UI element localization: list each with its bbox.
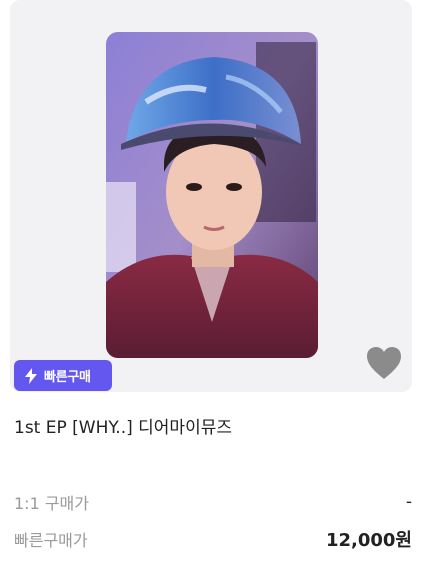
heart-icon[interactable] — [366, 346, 402, 380]
lightning-icon — [25, 367, 37, 384]
price-label: 빠른구매가 — [14, 531, 88, 550]
price-label: 1:1 구매가 — [14, 494, 89, 513]
product-title[interactable]: 1st EP [WHY..] 디어마이뮤즈 — [14, 413, 232, 438]
price-value: - — [405, 492, 412, 512]
price-row-one-to-one: 1:1 구매가 - — [14, 490, 412, 514]
photocard-image[interactable] — [106, 32, 318, 358]
quick-buy-badge: 빠른구매 — [14, 360, 112, 391]
price-value: 12,000원 — [325, 530, 412, 551]
quick-buy-badge-label: 빠른구매 — [44, 370, 91, 385]
price-row-quick-buy: 빠른구매가 12,000원 — [14, 526, 412, 552]
